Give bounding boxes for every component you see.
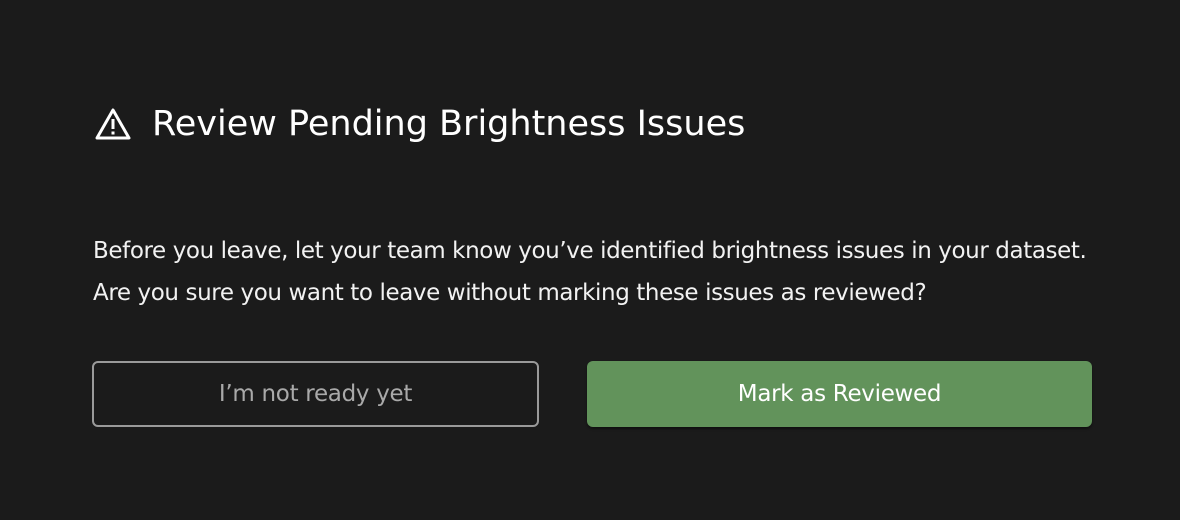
not-ready-button[interactable]: I’m not ready yet <box>92 361 539 427</box>
dialog-message: Before you leave, let your team know you… <box>93 238 1087 306</box>
dialog-title: Review Pending Brightness Issues <box>152 104 746 144</box>
warning-triangle-icon <box>94 107 132 141</box>
review-dialog: Review Pending Brightness Issues Before … <box>0 0 1180 520</box>
dialog-header: Review Pending Brightness Issues <box>94 100 745 148</box>
mark-as-reviewed-button[interactable]: Mark as Reviewed <box>587 361 1092 427</box>
